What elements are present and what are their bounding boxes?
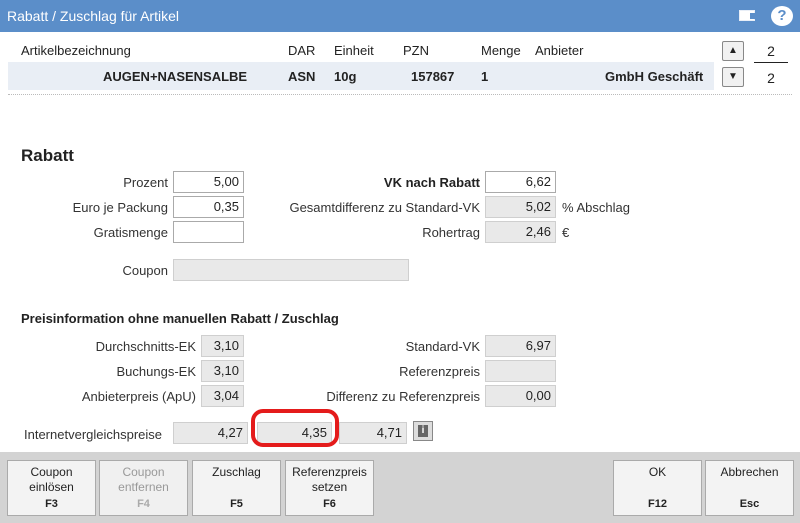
internetvergleichspreis-1: 4,27: [173, 422, 248, 444]
row-count-top: 2: [767, 43, 775, 59]
row-count-divider: [754, 62, 788, 63]
coupon-einloesen-button[interactable]: Coupon einlösen F3: [7, 460, 96, 516]
header-artikelbezeichnung: Artikelbezeichnung: [21, 43, 131, 58]
label-durchschnitts-ek: Durchschnitts-EK: [95, 339, 196, 354]
ok-key: F12: [648, 498, 667, 510]
header-dar: DAR: [288, 43, 316, 58]
annotation-highlight: [251, 409, 339, 447]
header-einheit: Einheit: [334, 43, 374, 58]
zuschlag-button[interactable]: Zuschlag F5: [192, 460, 281, 516]
header-anbieter: Anbieter: [535, 43, 584, 58]
row-menge: 1: [481, 69, 489, 84]
coupon-entfernen-label-2: entfernen: [118, 480, 169, 494]
label-internetvergleichspreise: Internetvergleichspreise: [24, 427, 163, 442]
coupon-entfernen-key: F4: [137, 498, 150, 510]
referenzpreis-setzen-key: F6: [323, 498, 336, 510]
ok-label: OK: [648, 465, 667, 479]
label-vk-nach-rabatt: VK nach Rabatt: [383, 175, 480, 190]
ok-button[interactable]: OK F12: [613, 460, 702, 516]
referenzpreis-setzen-button[interactable]: Referenzpreis setzen F6: [285, 460, 374, 516]
prozent-input[interactable]: 5,00: [173, 171, 244, 193]
label-buchungs-ek: Buchungs-EK: [116, 364, 197, 379]
scroll-up-button[interactable]: ▲: [722, 41, 744, 61]
referenzpreis-setzen-label-2: setzen: [311, 480, 348, 494]
rohertrag-unit: €: [562, 225, 570, 240]
label-rohertrag: Rohertrag: [422, 225, 480, 240]
referenzpreis-setzen-label-1: Referenzpreis: [292, 465, 367, 479]
gratismenge-input[interactable]: [173, 221, 244, 243]
coupon-entfernen-button[interactable]: Coupon entfernen F4: [99, 460, 188, 516]
row-einheit: 10g: [334, 69, 357, 84]
row-pzn: 157867: [411, 69, 455, 84]
anbieterpreis-field: 3,04: [201, 385, 244, 407]
header-pzn: PZN: [403, 43, 429, 58]
vk-nach-rabatt-input[interactable]: 6,62: [485, 171, 556, 193]
window-title: Rabatt / Zuschlag für Artikel: [7, 8, 179, 24]
internetvergleichspreis-3: 4,71: [339, 422, 407, 444]
referenzpreis-field: [485, 360, 556, 382]
abbrechen-label: Abbrechen: [720, 465, 779, 479]
abbrechen-key: Esc: [739, 498, 760, 510]
label-prozent: Prozent: [123, 175, 168, 190]
info-button[interactable]: i: [413, 421, 433, 441]
gesamtdifferenz-unit: % Abschlag: [562, 200, 630, 215]
label-differenz-referenzpreis: Differenz zu Referenzpreis: [326, 389, 480, 404]
coupon-einloesen-label-1: Coupon: [30, 465, 73, 479]
standard-vk-field: 6,97: [485, 335, 556, 357]
coupon-field: [173, 259, 409, 281]
section-title-rabatt: Rabatt: [21, 146, 74, 165]
label-anbieterpreis: Anbieterpreis (ApU): [81, 389, 196, 404]
rohertrag-field: 2,46: [485, 221, 556, 243]
help-icon[interactable]: ?: [771, 6, 793, 26]
label-euro-je-packung: Euro je Packung: [72, 200, 168, 215]
info-icon: i: [418, 425, 428, 437]
buchungs-ek-field: 3,10: [201, 360, 244, 382]
coupon-einloesen-key: F3: [45, 498, 58, 510]
scroll-down-button[interactable]: ▼: [722, 67, 744, 87]
label-gratismenge: Gratismenge: [93, 225, 168, 240]
window-mode-icon[interactable]: [737, 6, 759, 26]
divider: [8, 94, 792, 95]
durchschnitts-ek-field: 3,10: [201, 335, 244, 357]
header-menge: Menge: [481, 43, 521, 58]
differenz-referenzpreis-field: 0,00: [485, 385, 556, 407]
title-bar: Rabatt / Zuschlag für Artikel ?: [0, 0, 800, 32]
gesamtdifferenz-field: 5,02: [485, 196, 556, 218]
coupon-entfernen-label-1: Coupon: [122, 465, 165, 479]
zuschlag-label: Zuschlag: [212, 465, 261, 479]
section-title-preisinformation: Preisinformation ohne manuellen Rabatt /…: [21, 311, 339, 326]
abbrechen-button[interactable]: Abbrechen Esc: [705, 460, 794, 516]
row-count-bottom: 2: [767, 70, 775, 86]
row-anbieter: GmbH Geschäft: [605, 69, 704, 84]
row-dar: ASN: [288, 69, 316, 84]
label-standard-vk: Standard-VK: [405, 339, 480, 354]
euro-je-packung-input[interactable]: 0,35: [173, 196, 244, 218]
label-referenzpreis: Referenzpreis: [399, 364, 480, 379]
label-gesamtdifferenz: Gesamtdifferenz zu Standard-VK: [289, 200, 480, 215]
row-artikelbezeichnung: AUGEN+NASENSALBE: [103, 69, 248, 84]
zuschlag-key: F5: [230, 498, 243, 510]
label-coupon: Coupon: [122, 263, 168, 278]
coupon-einloesen-label-2: einlösen: [29, 480, 74, 494]
